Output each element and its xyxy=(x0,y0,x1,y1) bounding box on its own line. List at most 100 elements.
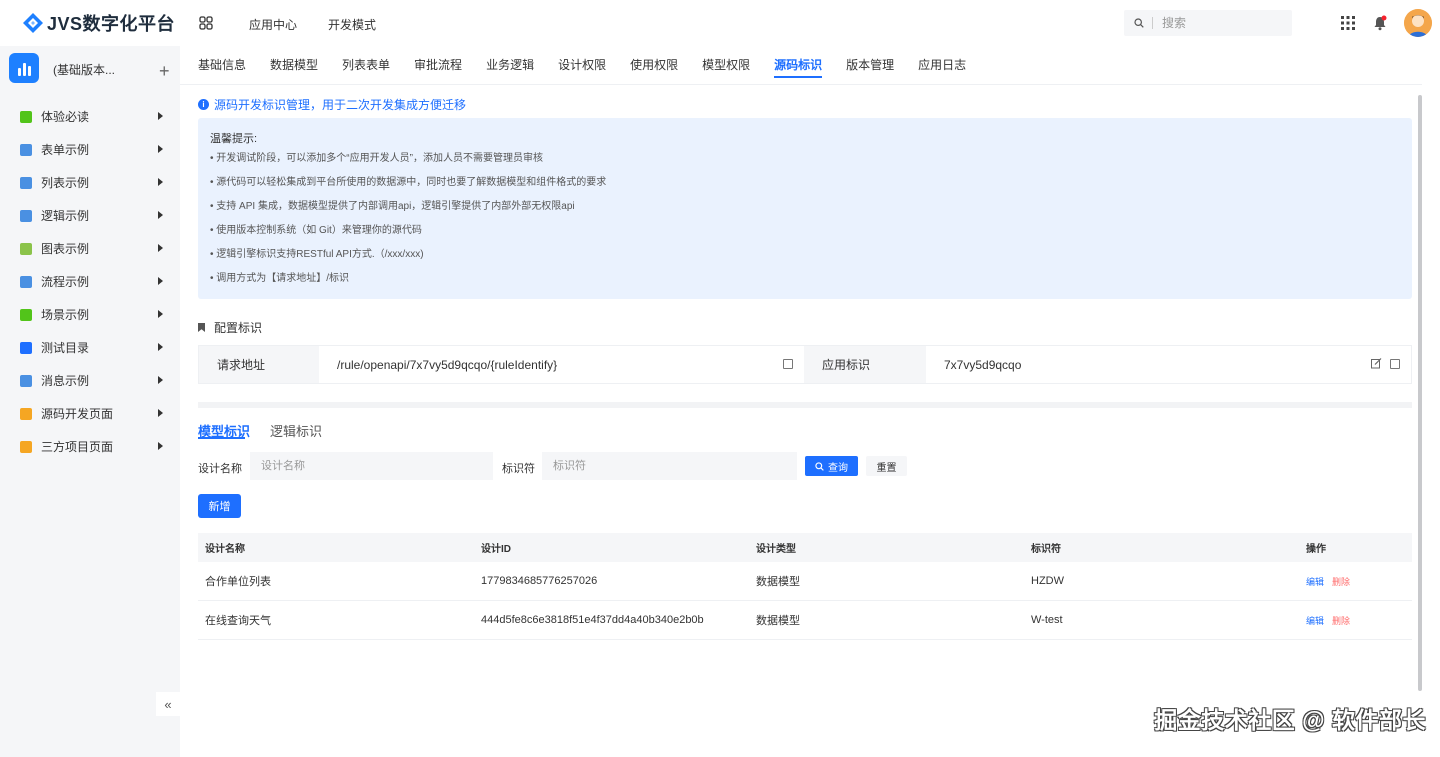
identifier-cell: HZDW xyxy=(1031,575,1064,587)
expand-arrow-icon[interactable] xyxy=(158,211,163,219)
nav-dev-mode[interactable]: 开发模式 xyxy=(328,16,376,33)
sidebar-item[interactable]: 表单示例 xyxy=(0,133,180,166)
sidebar-item[interactable]: 体验必读 xyxy=(0,100,180,133)
table-row: 合作单位列表 1779834685776257026 数据模型 HZDW 编辑删… xyxy=(198,562,1412,601)
subtab-logic-identifier[interactable]: 逻辑标识 xyxy=(270,421,322,440)
subtab-active-indicator xyxy=(198,437,245,439)
menu-folder-icon xyxy=(20,308,32,321)
app-grid-icon[interactable] xyxy=(198,15,214,31)
tips-panel: 温馨提示: • 开发调试阶段，可以添加多个“应用开发人员”，添加人员不需要管理员… xyxy=(198,118,1412,299)
query-label: 查询 xyxy=(828,462,848,474)
column-header: 设计类型 xyxy=(756,544,796,555)
sidebar-item[interactable]: 测试目录 xyxy=(0,331,180,364)
edit-icon[interactable] xyxy=(1371,358,1382,369)
config-title: 配置标识 xyxy=(214,321,263,335)
tip-line: • 源代码可以轻松集成到平台所使用的数据源中，同时也要了解数据模型和组件格式的要… xyxy=(210,177,607,188)
sidebar-menu: 体验必读 表单示例列表示例逻辑示例图表示例流程示例 场景示例测试目录消息示例源码开发… xyxy=(0,100,180,463)
scrollbar[interactable] xyxy=(1418,95,1422,691)
expand-arrow-icon[interactable] xyxy=(158,244,163,252)
sidebar-item-label: 消息示例 xyxy=(41,374,90,388)
sidebar-item[interactable]: 源码开发页面 xyxy=(0,397,180,430)
collapse-sidebar-button[interactable]: « xyxy=(156,692,180,716)
delete-link[interactable]: 删除 xyxy=(1332,616,1350,626)
app-id-value: 7x7vy5d9qcqo xyxy=(944,357,1022,372)
sidebar-item[interactable]: 列表示例 xyxy=(0,166,180,199)
copy-icon[interactable] xyxy=(1390,359,1400,369)
logo-icon xyxy=(23,13,43,33)
sidebar-item-label: 逻辑示例 xyxy=(41,209,90,223)
sidebar-item[interactable]: 场景示例 xyxy=(0,298,180,331)
user-avatar[interactable] xyxy=(1404,9,1432,37)
name-filter-input[interactable] xyxy=(250,452,493,480)
identifier-cell: W-test xyxy=(1031,614,1063,626)
page-tab[interactable]: 基础信息 xyxy=(198,46,246,84)
page-tab[interactable]: 设计权限 xyxy=(558,46,606,84)
menu-folder-icon xyxy=(20,374,32,387)
page-tab[interactable]: 应用日志 xyxy=(918,46,966,84)
name-filter-label: 设计名称 xyxy=(198,463,242,475)
id-filter-input[interactable] xyxy=(542,452,797,480)
page-tab[interactable]: 使用权限 xyxy=(630,46,678,84)
expand-arrow-icon[interactable] xyxy=(158,277,163,285)
page-tab[interactable]: 源码标识 xyxy=(774,46,823,84)
expand-arrow-icon[interactable] xyxy=(158,442,163,450)
delete-link[interactable]: 删除 xyxy=(1332,577,1350,587)
expand-arrow-icon[interactable] xyxy=(158,112,163,120)
design-id-cell: 1779834685776257026 xyxy=(481,575,598,587)
tips-title: 温馨提示: xyxy=(210,133,258,145)
identifier-table: 设计名称 设计ID 设计类型 标识符 操作 合作单位列表 17798346857… xyxy=(198,533,1412,640)
page-tab[interactable]: 业务逻辑 xyxy=(486,46,534,84)
expand-arrow-icon[interactable] xyxy=(158,376,163,384)
page-tab[interactable]: 审批流程 xyxy=(414,46,462,84)
nav-app-center[interactable]: 应用中心 xyxy=(249,16,297,33)
page-tabs: 基础信息 数据模型 列表表单 审批流程 业务逻辑 设计权限 使用权限 模型权限 源码标识 版本管理… xyxy=(198,46,990,84)
edit-link[interactable]: 编辑 xyxy=(1306,616,1324,626)
menu-folder-icon xyxy=(20,341,32,354)
expand-arrow-icon[interactable] xyxy=(158,343,163,351)
page-tab[interactable]: 模型权限 xyxy=(702,46,750,84)
sidebar-item-label: 图表示例 xyxy=(41,242,90,256)
edit-link[interactable]: 编辑 xyxy=(1306,577,1324,587)
query-button[interactable]: 查询 xyxy=(805,456,858,476)
apps-icon[interactable] xyxy=(1341,16,1355,30)
sidebar-item[interactable]: 三方项目页面 xyxy=(0,430,180,463)
tip-line: • 开发调试阶段，可以添加多个“应用开发人员”，添加人员不需要管理员审核 xyxy=(210,153,543,164)
expand-arrow-icon[interactable] xyxy=(158,409,163,417)
add-app-button[interactable]: + xyxy=(159,62,170,80)
sidebar-item-label: 测试目录 xyxy=(41,341,90,355)
page-tab[interactable]: 数据模型 xyxy=(270,46,318,84)
sidebar-item[interactable]: 流程示例 xyxy=(0,265,180,298)
sidebar-item[interactable]: 图表示例 xyxy=(0,232,180,265)
column-header: 标识符 xyxy=(1031,544,1061,555)
tabs-divider xyxy=(180,84,1422,85)
brand-name: JVS数字化平台 xyxy=(47,14,176,34)
expand-arrow-icon[interactable] xyxy=(158,178,163,186)
menu-folder-icon xyxy=(20,440,32,453)
sidebar-item[interactable]: 消息示例 xyxy=(0,364,180,397)
column-header: 操作 xyxy=(1306,544,1326,555)
search-input[interactable] xyxy=(1162,16,1262,30)
section-divider xyxy=(198,402,1412,408)
sidebar-item[interactable]: 逻辑示例 xyxy=(0,199,180,232)
design-id-cell: 444d5fe8c6e3818f51e4f37dd4a40b340e2b0b xyxy=(481,614,704,626)
current-app[interactable]: (基础版本... + xyxy=(9,53,174,89)
page-tab[interactable]: 列表表单 xyxy=(342,46,390,84)
config-row: 请求地址 /rule/openapi/7x7vy5d9qcqo/{ruleIde… xyxy=(198,345,1412,384)
design-type-cell: 数据模型 xyxy=(756,576,800,588)
add-new-button[interactable]: 新增 xyxy=(198,494,241,518)
design-name-cell: 合作单位列表 xyxy=(205,576,271,588)
notification-bell-icon[interactable] xyxy=(1373,15,1387,31)
sidebar-item-label: 列表示例 xyxy=(41,176,90,190)
reset-button[interactable]: 重置 xyxy=(866,456,907,476)
expand-arrow-icon[interactable] xyxy=(158,310,163,318)
menu-folder-icon xyxy=(20,176,32,189)
search-box[interactable] xyxy=(1124,10,1292,36)
menu-folder-icon xyxy=(20,242,32,255)
actions-cell: 编辑 删除 xyxy=(1306,614,1350,627)
expand-arrow-icon[interactable] xyxy=(158,145,163,153)
page-tab[interactable]: 版本管理 xyxy=(846,46,894,84)
copy-icon[interactable] xyxy=(783,359,793,369)
avatar-image xyxy=(1404,9,1432,37)
brand-logo[interactable]: JVS数字化平台 xyxy=(22,10,175,36)
info-title: 源码开发标识管理，用于二次开发集成方便迁移 xyxy=(214,98,467,112)
